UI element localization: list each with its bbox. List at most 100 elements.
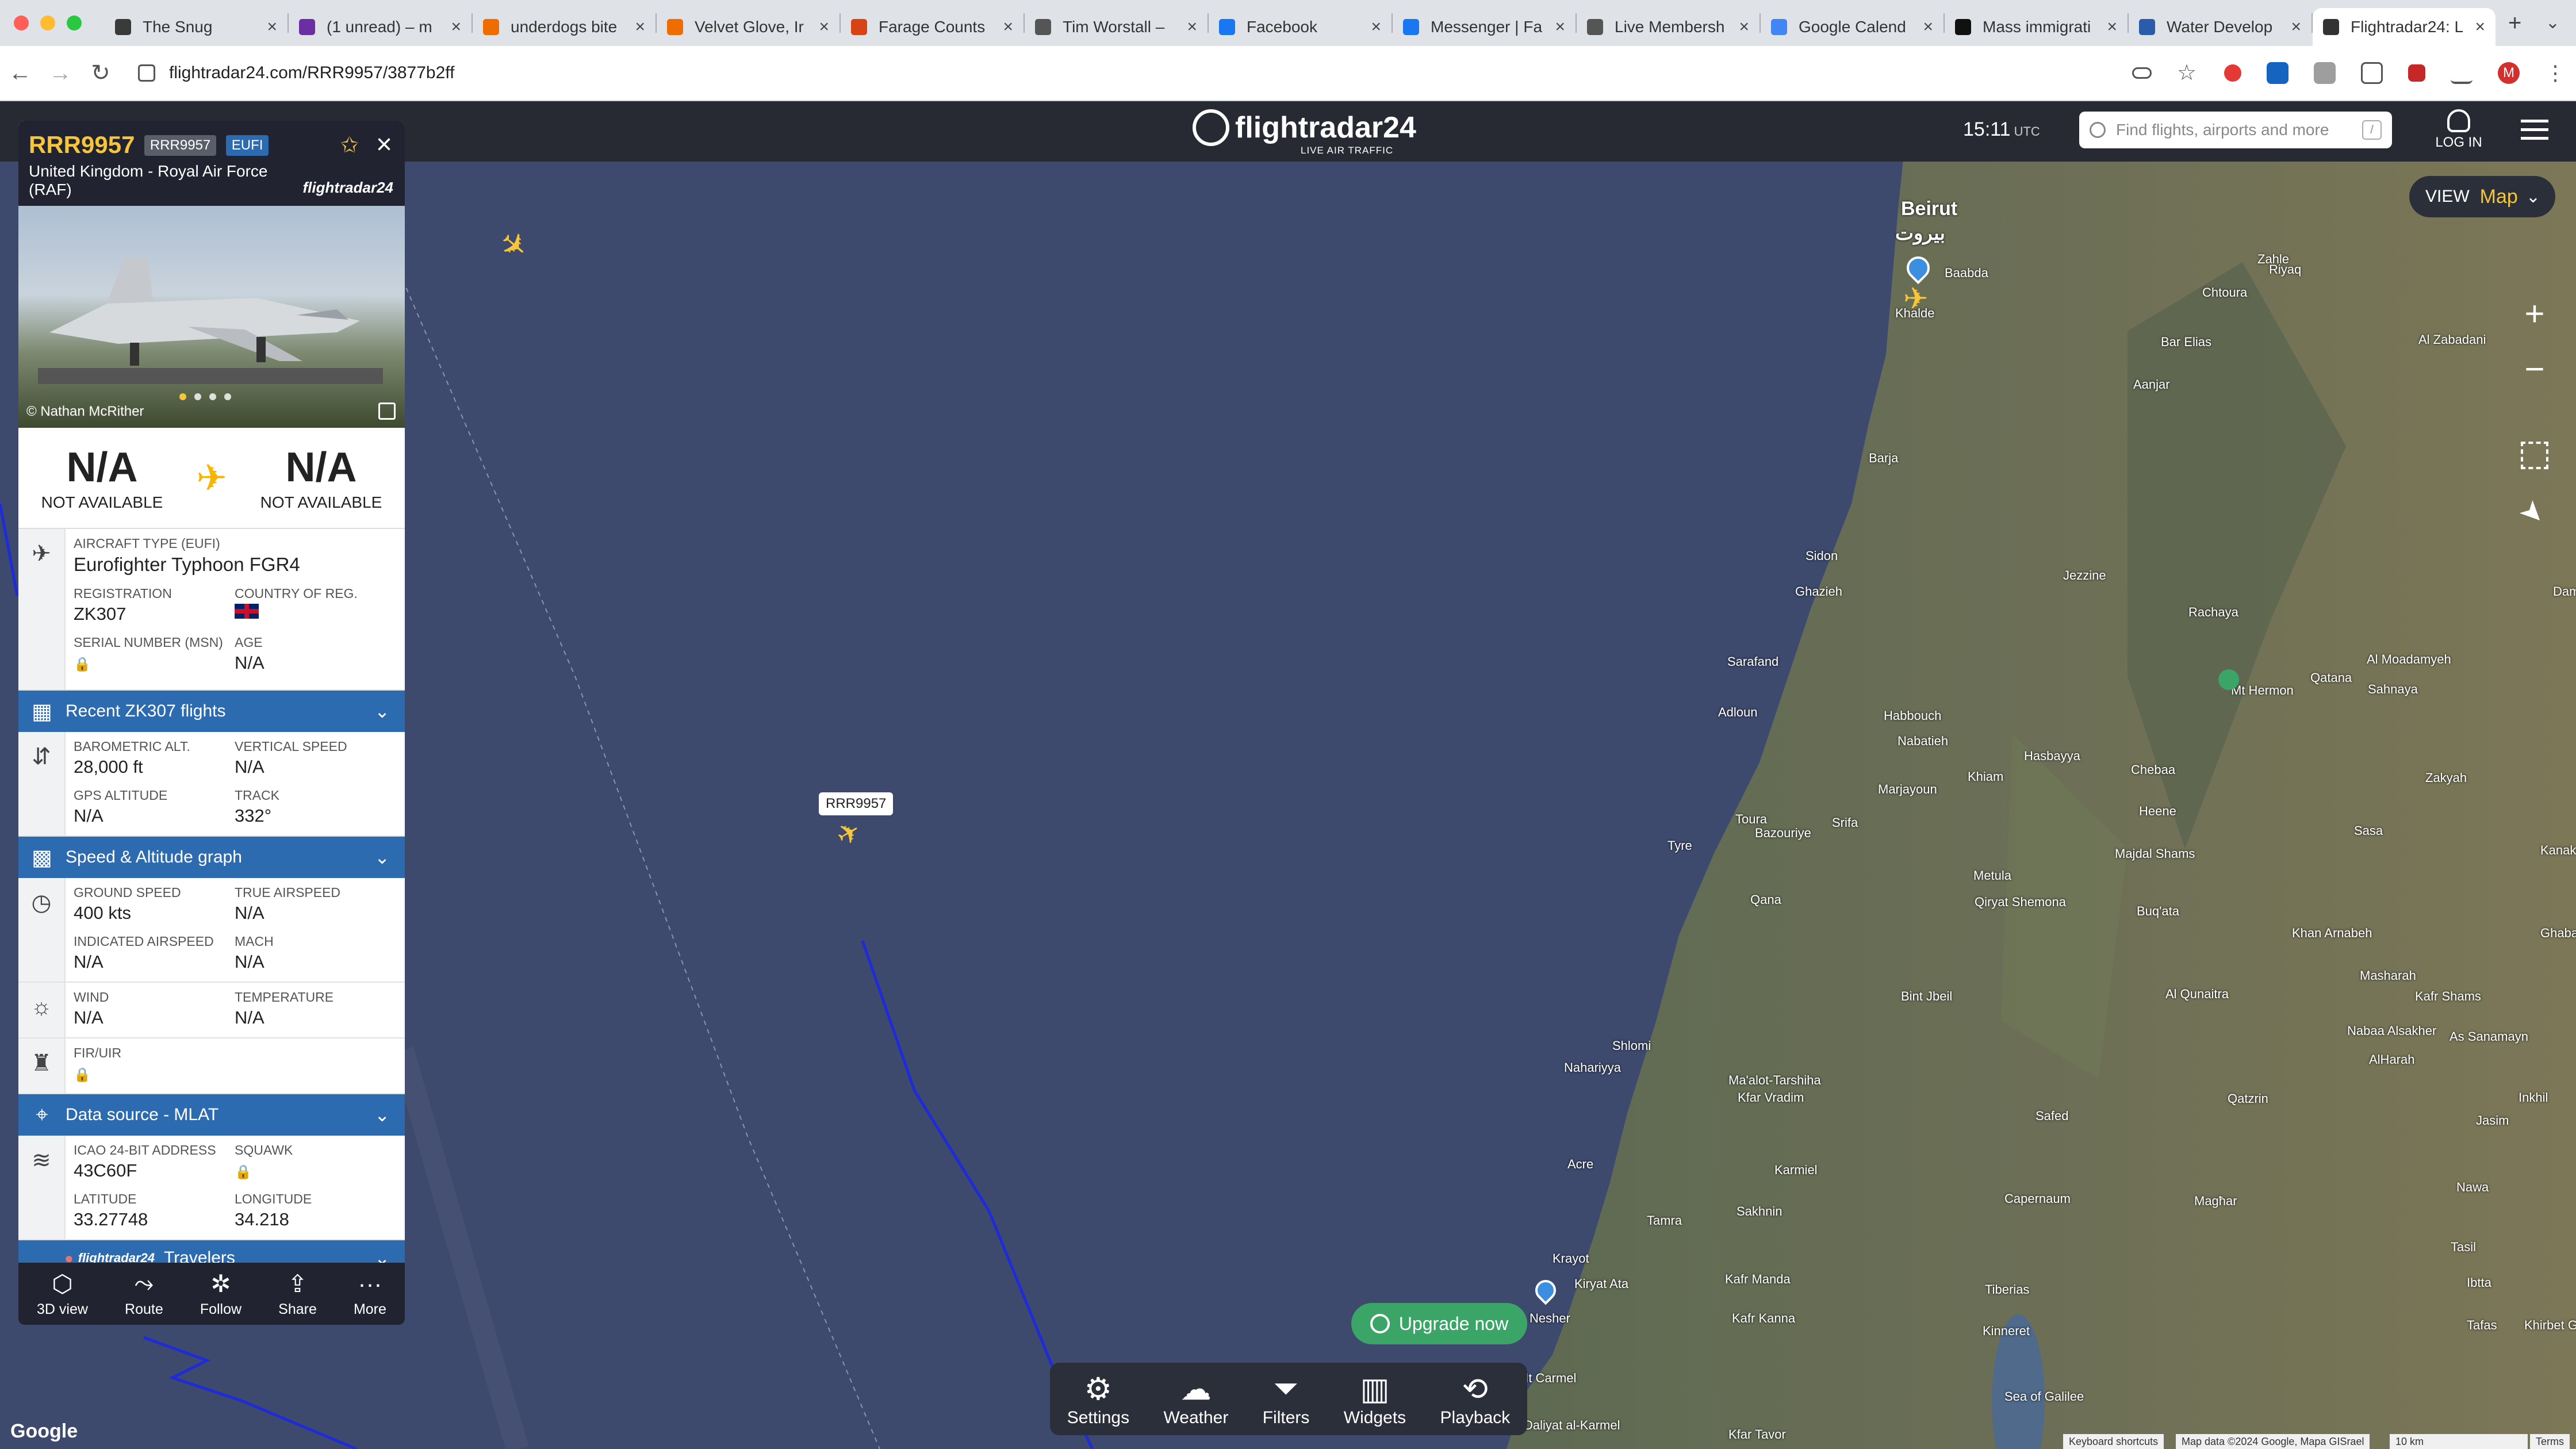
browser-tab[interactable]: Water Develop × (2129, 8, 2312, 46)
opera-extension-icon[interactable] (2224, 64, 2241, 82)
filters-button[interactable]: ⏷ Filters (1263, 1371, 1310, 1428)
upgrade-button[interactable]: Upgrade now (1351, 1303, 1527, 1344)
password-key-icon[interactable] (2132, 67, 2152, 79)
map-data-attribution[interactable]: Map data ©2024 Google, Mapa GISrael (2176, 1434, 2370, 1449)
browser-tab[interactable]: Farage Counts × (841, 8, 1023, 46)
browser-tab[interactable]: Live Membersh × (1577, 8, 1759, 46)
3d-view-button[interactable]: ⬡ 3D view (37, 1270, 88, 1318)
lock-icon: 🔒 (74, 1067, 91, 1083)
flight-label[interactable]: RRR9957 (819, 792, 894, 815)
puzzle-extensions-icon[interactable] (2361, 62, 2383, 84)
weather-button[interactable]: ☁ Weather (1163, 1371, 1228, 1428)
browser-tab[interactable]: The Snug × (105, 8, 288, 46)
shield-extension-icon[interactable] (2267, 62, 2288, 84)
maximize-window-button[interactable] (67, 16, 82, 30)
zoom-in-button[interactable]: + (2516, 297, 2553, 334)
search-input[interactable]: Find flights, airports and more / (2079, 112, 2392, 148)
aircraft-photo[interactable]: © Nathan McRither (18, 206, 405, 428)
new-tab-button[interactable]: + (2508, 10, 2521, 36)
view-selector[interactable]: VIEW Map ⌄ (2409, 176, 2555, 217)
browser-tab[interactable]: Flightradar24: L × (2313, 8, 2496, 46)
bookmark-flight-icon[interactable]: ✩ (340, 132, 359, 158)
map-place-label: Rachaya (2188, 605, 2238, 619)
fullscreen-icon[interactable] (2521, 442, 2548, 469)
browser-tab[interactable]: Facebook × (1209, 8, 1392, 46)
close-tab-icon[interactable]: × (1003, 17, 1013, 37)
map-place-label: Khan Arnabeh (2292, 926, 2372, 940)
browser-menu-icon[interactable]: ⋮ (2545, 62, 2566, 84)
terms-link[interactable]: Terms (2530, 1434, 2570, 1449)
widgets-icon: ▥ (1360, 1371, 1390, 1406)
site-info-icon[interactable] (138, 64, 155, 82)
close-panel-icon[interactable]: × (376, 129, 392, 160)
origin: N/A NOT AVAILABLE (41, 444, 163, 511)
login-button[interactable]: LOG IN (2430, 109, 2487, 151)
aircraft-icon[interactable]: ✈ (1903, 282, 1929, 316)
reload-button[interactable]: ↻ (80, 60, 121, 86)
speed-altitude-graph-toggle[interactable]: ▩ Speed & Altitude graph ⌄ (18, 837, 405, 878)
close-tab-icon[interactable]: × (1555, 17, 1565, 37)
close-tab-icon[interactable]: × (819, 17, 829, 37)
close-tab-icon[interactable]: × (2107, 17, 2117, 37)
reader-extension-icon[interactable] (2314, 62, 2336, 84)
close-tab-icon[interactable]: × (1923, 17, 1933, 37)
sidebar-icon[interactable] (2408, 64, 2425, 82)
close-window-button[interactable] (14, 16, 29, 30)
tab-title: Live Membersh (1615, 18, 1725, 36)
map-scale[interactable]: 10 km (2390, 1434, 2528, 1449)
forward-button[interactable]: → (40, 60, 80, 86)
close-tab-icon[interactable]: × (2475, 17, 2485, 37)
map-place-label: Baabda (1945, 266, 1988, 280)
browser-tab[interactable]: (1 unread) – m × (289, 8, 471, 46)
address-bar: ← → ↻ flightradar24.com/RRR9957/3877b2ff… (0, 46, 2576, 101)
tab-search-icon[interactable]: ⌄ (2546, 13, 2560, 33)
plane-icon: ✈ (18, 529, 66, 689)
browser-tab[interactable]: underdogs bite × (473, 8, 656, 46)
site-logo[interactable]: flightradar24 LIVE AIR TRAFFIC (1193, 109, 1416, 156)
browser-tab[interactable]: Velvet Glove, Ir × (657, 8, 839, 46)
url-field[interactable]: flightradar24.com/RRR9957/3877b2ff (138, 63, 2132, 83)
minimize-window-button[interactable] (40, 16, 55, 30)
browser-tab[interactable]: Messenger | Fa × (1393, 8, 1575, 46)
browser-tab[interactable]: Tim Worstall – × (1025, 8, 1208, 46)
close-tab-icon[interactable]: × (1371, 17, 1381, 37)
recent-flights-toggle[interactable]: ▦ Recent ZK307 flights ⌄ (18, 691, 405, 732)
close-tab-icon[interactable]: × (267, 17, 277, 37)
mountain-marker-icon[interactable] (2218, 669, 2239, 690)
close-tab-icon[interactable]: × (451, 17, 461, 37)
map-place-label: Riyaq (2269, 262, 2302, 277)
map-place-label: Khiam (1968, 769, 2004, 784)
gear-icon: ⚙ (1084, 1371, 1113, 1406)
share-button[interactable]: ⇪ Share (278, 1270, 317, 1318)
bookmark-star-icon[interactable]: ☆ (2177, 62, 2199, 84)
keyboard-shortcuts-link[interactable]: Keyboard shortcuts (2063, 1434, 2164, 1449)
back-button[interactable]: ← (0, 60, 40, 86)
map-place-label: Masharah (2360, 968, 2416, 983)
map-place-label: Nahariyya (1564, 1060, 1621, 1075)
settings-button[interactable]: ⚙ Settings (1067, 1371, 1129, 1428)
close-tab-icon[interactable]: × (1187, 17, 1197, 37)
profile-avatar[interactable]: M (2498, 62, 2520, 84)
more-button[interactable]: ··· More (354, 1270, 386, 1318)
map-place-label: As Sanamayn (2450, 1029, 2528, 1044)
browser-tab[interactable]: Google Calend × (1761, 8, 1943, 46)
close-tab-icon[interactable]: × (1739, 17, 1749, 37)
close-tab-icon[interactable]: × (635, 17, 645, 37)
main-menu-icon[interactable] (2521, 120, 2548, 145)
follow-button[interactable]: ✲ Follow (200, 1270, 241, 1318)
widgets-button[interactable]: ▥ Widgets (1344, 1371, 1406, 1428)
zoom-out-button[interactable]: − (2516, 352, 2553, 389)
photo-carousel-dots[interactable] (179, 393, 231, 400)
map-place-label: Ibtta (2467, 1275, 2491, 1290)
data-source-toggle[interactable]: ⌖ Data source - MLAT ⌄ (18, 1094, 405, 1136)
utc-clock: 15:11 UTC (1963, 118, 2040, 140)
route-button[interactable]: ⤳ Route (125, 1270, 163, 1318)
map-place-label: Bint Jbeil (1901, 989, 1953, 1003)
open-photo-icon[interactable] (378, 402, 396, 420)
playback-button[interactable]: ⟲ Playback (1440, 1371, 1511, 1428)
speedometer-icon: ◷ (18, 878, 66, 982)
map-place-label: Jezzine (2063, 568, 2106, 582)
close-tab-icon[interactable]: × (2291, 17, 2301, 37)
browser-tab[interactable]: Mass immigrati × (1945, 8, 2128, 46)
download-icon[interactable] (2451, 62, 2472, 84)
